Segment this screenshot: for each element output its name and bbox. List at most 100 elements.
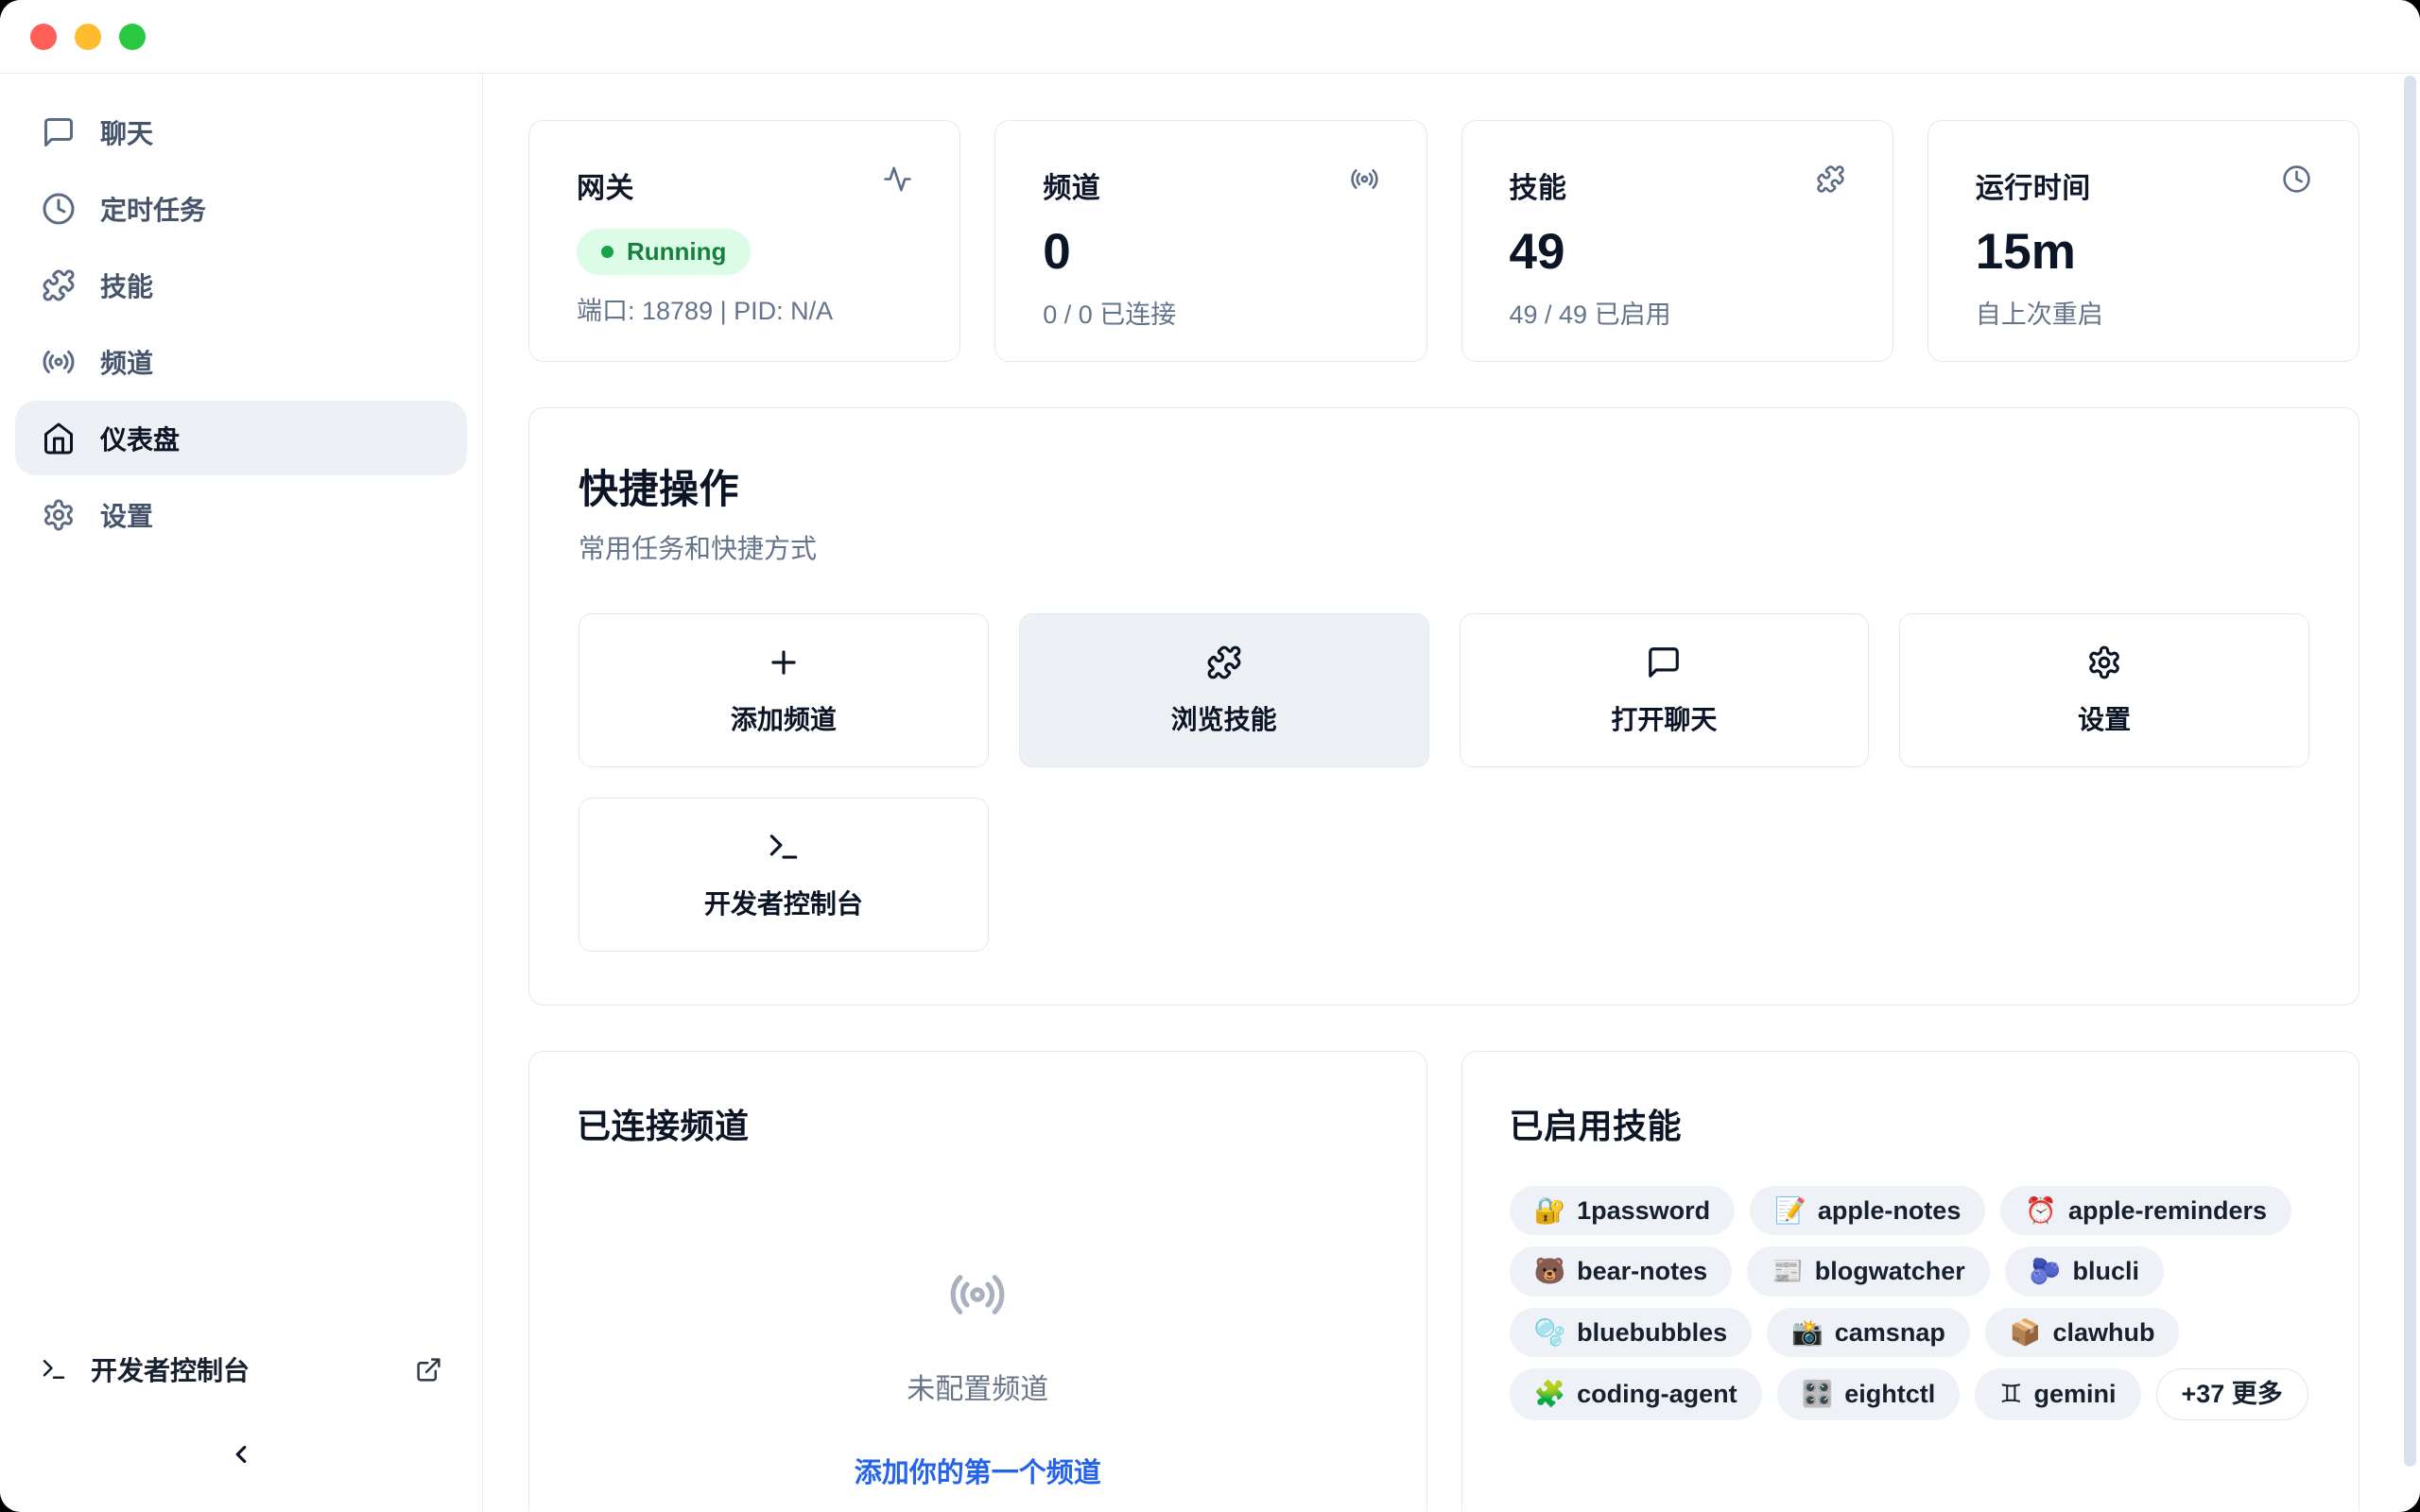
clock-icon — [42, 192, 76, 226]
skill-emoji: 📰 — [1772, 1256, 1804, 1286]
sidebar-nav: 聊天 定时任务 技能 频道 仪表盘 — [15, 94, 467, 552]
stat-title: 技能 — [1510, 164, 1567, 206]
skills-chip-list: 🔐1password 📝apple-notes ⏰apple-reminders… — [1510, 1186, 2312, 1420]
stat-card-channels: 频道 0 0 / 0 已连接 — [994, 120, 1426, 362]
skill-emoji: 📝 — [1774, 1195, 1806, 1226]
sidebar-dev-console[interactable]: 开发者控制台 — [15, 1339, 467, 1400]
sidebar-item-label: 聊天 — [100, 113, 153, 151]
skill-emoji: 🐻 — [1534, 1256, 1566, 1286]
skill-emoji: ⏰ — [2025, 1195, 2057, 1226]
stat-card-gateway: 网关 Running 端口: 18789 | PID: N/A — [528, 120, 960, 362]
stat-title: 频道 — [1043, 164, 1100, 206]
quick-actions-title: 快捷操作 — [579, 457, 2309, 515]
stat-subtitle: 0 / 0 已连接 — [1043, 294, 1378, 331]
action-label: 设置 — [2078, 699, 2131, 737]
sidebar-item-label: 设置 — [100, 496, 153, 534]
sidebar-item-dashboard[interactable]: 仪表盘 — [15, 401, 467, 475]
radio-icon — [42, 345, 76, 379]
stats-row: 网关 Running 端口: 18789 | PID: N/A 频道 0 — [528, 120, 2360, 362]
skill-emoji: 🫧 — [1534, 1317, 1566, 1348]
open-chat-button[interactable]: 打开聊天 — [1460, 613, 1870, 767]
radio-icon — [948, 1265, 1007, 1324]
sidebar-item-channels[interactable]: 频道 — [15, 324, 467, 399]
close-window-button[interactable] — [30, 24, 57, 50]
enabled-skills-title: 已启用技能 — [1510, 1099, 2312, 1148]
skill-emoji: 🎛️ — [1802, 1379, 1834, 1409]
puzzle-icon — [1816, 164, 1845, 194]
skill-chip: 🔐1password — [1510, 1186, 1736, 1235]
skill-chip: 📝apple-notes — [1750, 1186, 1985, 1235]
external-link-icon — [415, 1356, 442, 1383]
skill-emoji: 🔐 — [1534, 1195, 1566, 1226]
stat-subtitle: 自上次重启 — [1976, 294, 2311, 331]
gear-icon — [2086, 644, 2122, 680]
main-content: 网关 Running 端口: 18789 | PID: N/A 频道 0 — [483, 74, 2420, 1511]
quick-actions-grid: 添加频道 浏览技能 打开聊天 设置 — [579, 613, 2309, 952]
skill-emoji: ♊ — [1999, 1379, 2022, 1409]
browse-skills-button[interactable]: 浏览技能 — [1019, 613, 1429, 767]
sidebar: 聊天 定时任务 技能 频道 仪表盘 — [0, 74, 483, 1511]
chat-icon — [1646, 644, 1682, 680]
puzzle-icon — [1206, 644, 1242, 680]
more-skills-chip[interactable]: +37 更多 — [2156, 1368, 2308, 1419]
skill-chip: 📸camsnap — [1767, 1308, 1970, 1357]
stat-card-uptime: 运行时间 15m 自上次重启 — [1927, 120, 2360, 362]
stat-card-skills: 技能 49 49 / 49 已启用 — [1461, 120, 1893, 362]
skill-chip: 📦clawhub — [1985, 1308, 2180, 1357]
plus-icon — [766, 644, 802, 680]
action-label: 开发者控制台 — [704, 884, 863, 921]
settings-button[interactable]: 设置 — [1899, 613, 2309, 767]
terminal-icon — [40, 1355, 68, 1383]
skill-chip: ♊gemini — [1975, 1368, 2140, 1419]
stat-value: 15m — [1976, 227, 2311, 277]
add-first-channel-link[interactable]: 添加你的第一个频道 — [855, 1451, 1101, 1490]
minimize-window-button[interactable] — [75, 24, 101, 50]
status-dot — [601, 246, 614, 258]
puzzle-icon — [42, 268, 76, 302]
stat-value: 49 — [1510, 227, 1845, 277]
skill-emoji: 📸 — [1791, 1317, 1824, 1348]
stat-title: 运行时间 — [1976, 164, 2091, 206]
sidebar-item-label: 频道 — [100, 343, 153, 381]
sidebar-collapse-button[interactable] — [218, 1432, 264, 1477]
terminal-icon — [766, 829, 802, 865]
scrollbar-thumb[interactable] — [2404, 76, 2416, 1467]
sidebar-item-label: 仪表盘 — [100, 420, 180, 457]
skill-chip: 🫧bluebubbles — [1510, 1308, 1753, 1357]
sidebar-item-chat[interactable]: 聊天 — [15, 94, 467, 169]
sidebar-item-scheduled-tasks[interactable]: 定时任务 — [15, 171, 467, 246]
stat-value: 0 — [1043, 227, 1378, 277]
dev-console-label: 开发者控制台 — [91, 1350, 250, 1388]
activity-icon — [883, 164, 912, 194]
bottom-row: 已连接频道 未配置频道 添加你的第一个频道 已启用技能 🔐1password 📝… — [528, 1051, 2360, 1511]
stat-subtitle: 端口: 18789 | PID: N/A — [577, 290, 912, 327]
skill-chip: 🫐blucli — [2005, 1246, 2164, 1296]
stat-title: 网关 — [577, 164, 634, 206]
skill-chip: ⏰apple-reminders — [2000, 1186, 2291, 1235]
clock-icon — [2282, 164, 2311, 194]
sidebar-item-settings[interactable]: 设置 — [15, 477, 467, 552]
add-channel-button[interactable]: 添加频道 — [579, 613, 989, 767]
dev-console-button[interactable]: 开发者控制台 — [579, 798, 989, 952]
zoom-window-button[interactable] — [119, 24, 146, 50]
home-icon — [42, 421, 76, 455]
chevron-left-icon — [227, 1440, 255, 1469]
gear-icon — [42, 498, 76, 532]
skill-chip: 🧩coding-agent — [1510, 1368, 1762, 1419]
titlebar — [0, 0, 2420, 74]
connected-channels-card: 已连接频道 未配置频道 添加你的第一个频道 — [528, 1051, 1427, 1511]
action-label: 打开聊天 — [1611, 699, 1717, 737]
action-label: 添加频道 — [731, 699, 837, 737]
sidebar-item-skills[interactable]: 技能 — [15, 248, 467, 322]
radio-icon — [1350, 164, 1379, 194]
enabled-skills-card: 已启用技能 🔐1password 📝apple-notes ⏰apple-rem… — [1461, 1051, 2360, 1511]
skill-emoji: 📦 — [2010, 1317, 2042, 1348]
stat-subtitle: 49 / 49 已启用 — [1510, 294, 1845, 331]
skill-emoji: 🫐 — [2030, 1256, 2062, 1286]
skill-chip: 🎛️eightctl — [1777, 1368, 1961, 1419]
skill-chip: 📰blogwatcher — [1747, 1246, 1990, 1296]
action-label: 浏览技能 — [1171, 699, 1277, 737]
skill-chip: 🐻bear-notes — [1510, 1246, 1733, 1296]
quick-actions-subtitle: 常用任务和快捷方式 — [579, 528, 2309, 566]
channels-empty-state: 未配置频道 添加你的第一个频道 — [577, 1265, 1379, 1490]
